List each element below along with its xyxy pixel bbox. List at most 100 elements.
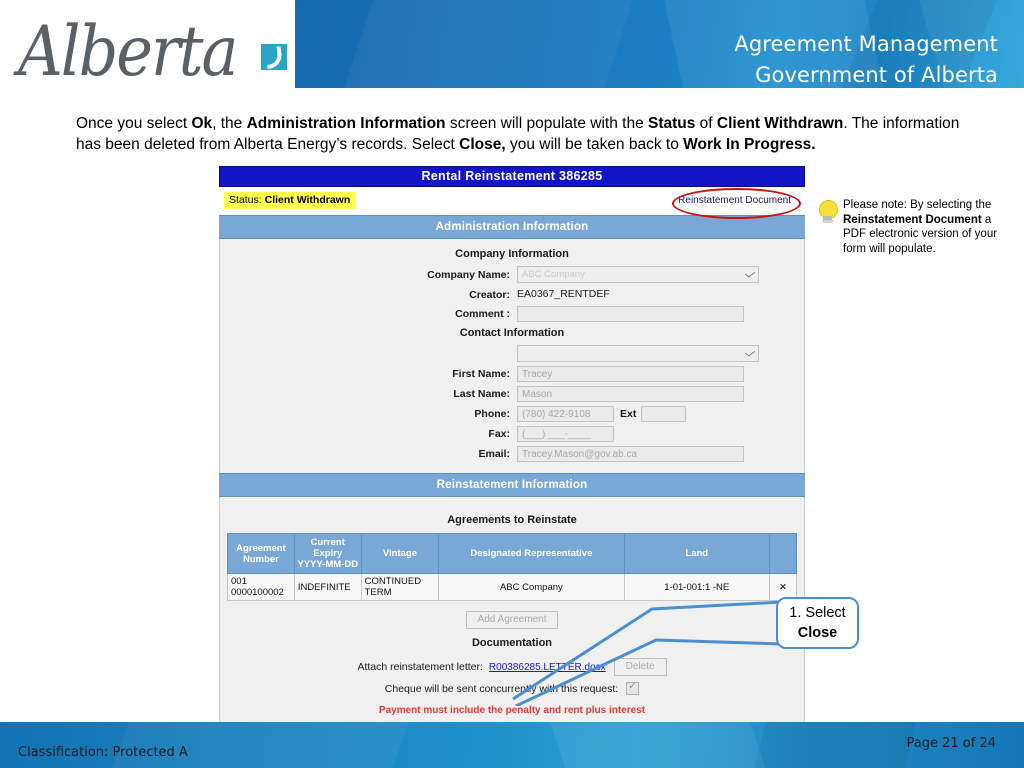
col-vintage: Vintage bbox=[360, 533, 440, 574]
cheque-label: Cheque will be sent concurrently with th… bbox=[384, 682, 619, 695]
first-name-label: First Name: bbox=[452, 368, 510, 380]
administration-information-body: Company Information Company Name: ABC Co… bbox=[219, 239, 805, 473]
note-bold-reinstatement: Reinstatement bbox=[843, 213, 923, 226]
comment-row: Comment : bbox=[220, 306, 804, 322]
attach-letter-row: Attach reinstatement letter: R00386285.L… bbox=[220, 658, 804, 676]
note-line-1: Please note: By selecting bbox=[843, 199, 973, 211]
alberta-logo: Alberta bbox=[18, 8, 288, 92]
col-line: Number bbox=[242, 553, 279, 565]
email-row: Email: Tracey.Mason@gov.ab.ca bbox=[220, 446, 804, 462]
header-title-line-1: Agreement Management bbox=[734, 32, 998, 56]
select-close-line-1: 1. Select bbox=[789, 605, 846, 621]
col-designated-representative: Designated Representative bbox=[438, 533, 625, 574]
footer-facet bbox=[547, 722, 773, 768]
application-screenshot: Rental Reinstatement 386285 Status: Clie… bbox=[219, 166, 805, 756]
company-name-label: Company Name: bbox=[427, 268, 510, 281]
cheque-checkbox[interactable] bbox=[626, 681, 640, 695]
instruction-bold-close: Close, bbox=[459, 135, 506, 153]
last-name-input[interactable]: Mason bbox=[517, 386, 744, 402]
status-label: Status: bbox=[229, 194, 262, 206]
cell-designated-representative: ABC Company bbox=[438, 573, 625, 601]
add-agreement-button[interactable]: Add Agreement bbox=[465, 611, 559, 629]
lightbulb-base-tip bbox=[822, 220, 833, 223]
email-input[interactable]: Tracey.Mason@gov.ab.ca bbox=[517, 446, 744, 462]
page-number-label: Page 21 of 24 bbox=[906, 736, 996, 751]
creator-label: Creator: bbox=[469, 288, 510, 301]
documentation-heading: Documentation bbox=[471, 637, 553, 649]
red-highlight-ellipse bbox=[672, 188, 801, 219]
col-land: Land bbox=[623, 533, 771, 574]
banner-facet bbox=[327, 0, 643, 88]
email-label: Email: bbox=[478, 448, 510, 460]
instruction-text-6: you will be taken back to bbox=[505, 135, 684, 153]
agreements-table: Agreement Number Current Expiry YYYY-MM-… bbox=[227, 533, 797, 601]
fax-input[interactable]: (___) ___-____ bbox=[517, 426, 614, 442]
cell-land: 1-01-001:1 -NE bbox=[623, 573, 771, 601]
administration-information-header: Administration Information bbox=[219, 215, 805, 239]
col-line: Expiry bbox=[313, 548, 343, 559]
header-blue-graphic: Agreement Management Government of Alber… bbox=[295, 0, 1024, 88]
app-title-bar: Rental Reinstatement 386285 bbox=[219, 166, 805, 187]
table-row: 001 0000100002 INDEFINITE CONTINUED TERM… bbox=[227, 573, 797, 601]
agreements-to-reinstate-heading: Agreements to Reinstate bbox=[447, 514, 577, 526]
instruction-bold-ok: Ok bbox=[191, 115, 213, 132]
fax-label: Fax: bbox=[488, 428, 510, 440]
lightbulb-icon bbox=[817, 200, 839, 230]
status-value: Client Withdrawn bbox=[264, 194, 351, 206]
col-line: YYYY-MM-DD bbox=[297, 559, 359, 570]
company-name-select[interactable]: ABC Company bbox=[517, 266, 759, 283]
select-close-line-2: Close bbox=[797, 625, 838, 641]
instruction-text-2: , the bbox=[212, 115, 247, 132]
cell-current-expiry: INDEFINITE bbox=[293, 573, 362, 601]
header-title-line-2: Government of Alberta bbox=[755, 63, 998, 87]
instruction-text-1: Once you select bbox=[76, 115, 192, 132]
instruction-bold-work-in-progress: Work In Progress. bbox=[683, 135, 816, 153]
please-note-callout: Please note: By selecting the Reinstatem… bbox=[817, 198, 1017, 256]
delete-attachment-button[interactable]: Delete bbox=[613, 658, 667, 676]
col-line: Agreement bbox=[236, 542, 286, 554]
cell-vintage: CONTINUED TERM bbox=[360, 573, 440, 601]
comment-label: Comment : bbox=[455, 308, 510, 320]
instruction-bold-status: Status bbox=[648, 115, 696, 132]
col-agreement-number: Agreement Number bbox=[227, 533, 295, 574]
classification-label: Classification: Protected A bbox=[18, 745, 188, 760]
fax-row: Fax: (___) ___-____ bbox=[220, 426, 804, 442]
chevron-down-icon bbox=[744, 348, 756, 357]
page-footer: Classification: Protected A Page 21 of 2… bbox=[0, 722, 1024, 768]
app-status-bar: Status: Client Withdrawn Reinstatement D… bbox=[219, 187, 805, 219]
ext-input[interactable] bbox=[641, 406, 687, 422]
cheque-row: Cheque will be sent concurrently with th… bbox=[220, 681, 804, 695]
creator-value: EA0367_RENTDEF bbox=[517, 288, 610, 300]
comment-input[interactable] bbox=[517, 306, 744, 322]
alberta-swoosh-icon bbox=[261, 44, 287, 70]
phone-input[interactable]: (780) 422-9108 bbox=[517, 406, 614, 422]
first-name-input[interactable]: Tracey bbox=[517, 366, 744, 382]
chevron-down-icon bbox=[744, 269, 756, 278]
phone-label: Phone: bbox=[474, 408, 510, 420]
payment-warning-text: Payment must include the penalty and ren… bbox=[378, 705, 646, 716]
note-line-4: electronic version of your bbox=[869, 228, 998, 240]
note-line-2-prefix: the bbox=[975, 199, 992, 211]
last-name-row: Last Name: Mason bbox=[220, 386, 804, 402]
company-name-value: ABC Company bbox=[522, 269, 585, 280]
creator-row: Creator: EA0367_RENTDEF bbox=[220, 287, 804, 302]
company-information-heading: Company Information bbox=[455, 248, 569, 260]
reinstatement-information-header: Reinstatement Information bbox=[219, 473, 805, 497]
instruction-bold-admin-info: Administration Information bbox=[246, 115, 446, 132]
table-header-row: Agreement Number Current Expiry YYYY-MM-… bbox=[227, 533, 797, 574]
instruction-text-4: of bbox=[695, 115, 717, 132]
instruction-paragraph: Once you select Ok, the Administration I… bbox=[76, 114, 981, 155]
contact-select-row bbox=[220, 345, 804, 362]
note-bold-document: Document bbox=[925, 213, 982, 226]
footer-facet bbox=[750, 722, 920, 768]
page-header-banner: Agreement Management Government of Alber… bbox=[0, 0, 1024, 92]
cell-agreement-number: 001 0000100002 bbox=[227, 573, 295, 601]
attached-letter-link[interactable]: R00386285.LETTER.docx bbox=[489, 662, 606, 673]
select-close-callout: 1. Select Close bbox=[776, 597, 859, 649]
phone-row: Phone: (780) 422-9108 Ext bbox=[220, 406, 804, 422]
contact-select[interactable] bbox=[517, 345, 759, 362]
please-note-text: Please note: By selecting the Reinstatem… bbox=[843, 198, 1017, 256]
contact-information-heading: Contact Information bbox=[459, 327, 565, 339]
ext-label: Ext bbox=[620, 408, 637, 420]
attach-letter-label: Attach reinstatement letter: bbox=[357, 661, 483, 673]
